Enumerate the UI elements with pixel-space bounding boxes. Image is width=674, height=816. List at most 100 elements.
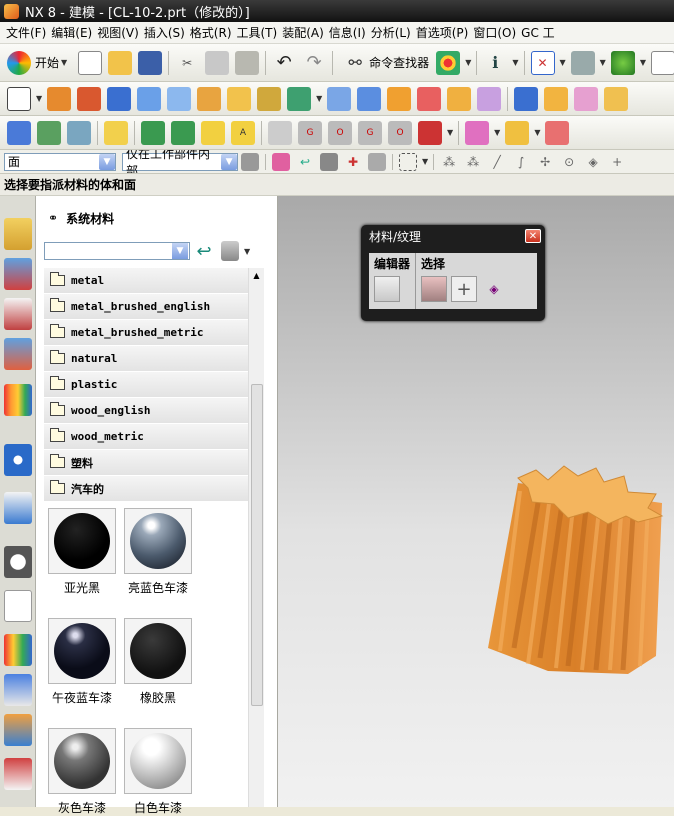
rectangle-select-icon[interactable] xyxy=(399,152,417,171)
view-mode-icon[interactable] xyxy=(221,241,239,261)
library-path-select[interactable]: ▼ xyxy=(44,242,190,260)
g-hide-icon[interactable]: G xyxy=(358,120,382,145)
snap-midpoint-icon[interactable]: ⁂ xyxy=(464,153,482,171)
edge-blend-icon[interactable] xyxy=(357,86,382,111)
folder-metal-brushed-metric[interactable]: metal_brushed_metric xyxy=(44,320,248,346)
studio-icon[interactable] xyxy=(201,120,225,145)
o-smooth-icon[interactable]: O xyxy=(328,120,352,145)
chamfer-icon[interactable] xyxy=(387,86,412,111)
block-icon[interactable] xyxy=(107,86,132,111)
roles-icon[interactable] xyxy=(436,50,461,75)
trim-body-icon[interactable] xyxy=(514,86,539,111)
material-white-paint[interactable]: 白色车漆 xyxy=(124,728,192,816)
hole-icon[interactable] xyxy=(197,86,222,111)
highlight-icon[interactable] xyxy=(505,120,530,145)
datum-plane-icon[interactable] xyxy=(287,86,312,111)
thicken-icon[interactable] xyxy=(604,86,629,111)
reset-filter-icon[interactable]: ↩ xyxy=(296,153,314,171)
system-materials-tab-icon[interactable] xyxy=(4,590,32,622)
add-material-icon[interactable]: + xyxy=(451,276,478,302)
o-hide-icon[interactable]: O xyxy=(388,120,412,145)
material-check-icon[interactable] xyxy=(171,120,195,145)
roles-tab-icon[interactable] xyxy=(4,674,32,706)
draft-icon[interactable] xyxy=(447,86,472,111)
undo-icon[interactable]: ↶ xyxy=(272,51,296,75)
material-matte-black[interactable]: 亚光黑 xyxy=(48,508,116,596)
menu-information[interactable]: 信息(I) xyxy=(329,24,371,41)
type-filter-select[interactable]: 面 ▼ xyxy=(4,152,116,171)
folder-wood-english[interactable]: wood_english xyxy=(44,398,248,424)
snap-center-icon[interactable]: ⊙ xyxy=(560,153,578,171)
unite-icon[interactable] xyxy=(327,86,352,111)
clock-icon[interactable] xyxy=(4,546,32,578)
pattern-icon[interactable] xyxy=(477,86,502,111)
scroll-up-icon[interactable]: ▲ xyxy=(249,271,264,280)
pick-icon[interactable] xyxy=(368,152,386,171)
web-browser-icon[interactable] xyxy=(4,444,32,476)
clear-icon[interactable] xyxy=(545,120,570,145)
cut-icon[interactable]: ✂ xyxy=(175,51,199,75)
replace-face-icon[interactable] xyxy=(37,120,61,145)
folder-metal-brushed-english[interactable]: metal_brushed_english xyxy=(44,294,248,320)
curvature-icon[interactable] xyxy=(268,120,292,145)
pad-icon[interactable] xyxy=(257,86,282,111)
reuse-library-icon[interactable] xyxy=(4,338,32,370)
section-icon[interactable] xyxy=(418,120,442,145)
copy-icon[interactable] xyxy=(205,50,230,75)
revolve-icon[interactable] xyxy=(77,86,102,111)
folder-plastic-cn[interactable]: 塑料 xyxy=(44,450,248,476)
snap-quadrant-icon[interactable]: ◈ xyxy=(584,153,602,171)
material-editor-icon[interactable] xyxy=(374,276,400,302)
snap-line-icon[interactable]: ╱ xyxy=(488,153,506,171)
select-material-icon[interactable] xyxy=(421,276,448,302)
paste-icon[interactable] xyxy=(235,50,260,75)
material-gray-paint[interactable]: 灰色车漆 xyxy=(48,728,116,816)
material-rubber-black[interactable]: 橡胶黑 xyxy=(124,618,192,706)
menu-analysis[interactable]: 分析(L) xyxy=(371,24,416,41)
menu-insert[interactable]: 插入(S) xyxy=(144,24,190,41)
redo-icon[interactable]: ↷ xyxy=(302,51,326,75)
hd3d-tools-icon[interactable] xyxy=(4,384,32,416)
material-bright-blue-paint[interactable]: 亮蓝色车漆 xyxy=(124,508,192,596)
orient-view-icon[interactable] xyxy=(650,50,674,75)
extrude-icon[interactable] xyxy=(47,86,72,111)
menu-tools[interactable]: 工具(T) xyxy=(237,24,283,41)
selection-scope-select[interactable]: 仅在工作部件内部 ▼ xyxy=(122,150,238,173)
text-note-icon[interactable]: A xyxy=(231,120,255,145)
save-icon[interactable] xyxy=(138,50,163,75)
move-face-icon[interactable] xyxy=(7,120,31,145)
cone-icon[interactable] xyxy=(167,86,192,111)
offset-face-icon[interactable] xyxy=(574,86,599,111)
menu-format[interactable]: 格式(R) xyxy=(190,24,237,41)
close-icon[interactable]: ✕ xyxy=(525,229,541,243)
select-all-icon[interactable] xyxy=(320,152,338,171)
shaded-edge-icon[interactable] xyxy=(465,120,490,145)
info-pointer-icon[interactable]: ℹ xyxy=(483,51,507,75)
scrollbar-thumb[interactable] xyxy=(251,384,263,706)
g-smooth-icon[interactable]: G xyxy=(298,120,322,145)
shell-icon[interactable] xyxy=(417,86,442,111)
menu-view[interactable]: 视图(V) xyxy=(97,24,144,41)
boss-icon[interactable] xyxy=(227,86,252,111)
folder-natural[interactable]: natural xyxy=(44,346,248,372)
render-style-icon[interactable] xyxy=(570,50,595,75)
constraint-navigator-icon[interactable] xyxy=(4,258,32,290)
gallery-icon[interactable] xyxy=(4,758,32,790)
folder-automotive[interactable]: 汽车的 xyxy=(44,476,248,502)
open-folder-icon[interactable] xyxy=(108,50,133,75)
menu-window[interactable]: 窗口(O) xyxy=(473,24,521,41)
users-icon[interactable] xyxy=(4,714,32,746)
menu-file[interactable]: 文件(F) xyxy=(0,24,51,41)
new-file-icon[interactable] xyxy=(78,50,103,75)
assembly-navigator-icon[interactable] xyxy=(4,218,32,250)
sketch-icon[interactable] xyxy=(7,86,31,111)
menu-preferences[interactable]: 首选项(P) xyxy=(416,24,474,41)
folder-wood-metric[interactable]: wood_metric xyxy=(44,424,248,450)
snap-existing-icon[interactable]: + xyxy=(608,153,626,171)
menu-edit[interactable]: 编辑(E) xyxy=(51,24,97,41)
snap-curve-icon[interactable]: ∫ xyxy=(512,153,530,171)
history-icon[interactable] xyxy=(4,492,32,524)
fit-view-icon[interactable]: ✕ xyxy=(530,50,555,75)
start-button[interactable]: 开始 ▼ xyxy=(4,50,69,75)
shading-sphere-icon[interactable] xyxy=(610,50,635,75)
